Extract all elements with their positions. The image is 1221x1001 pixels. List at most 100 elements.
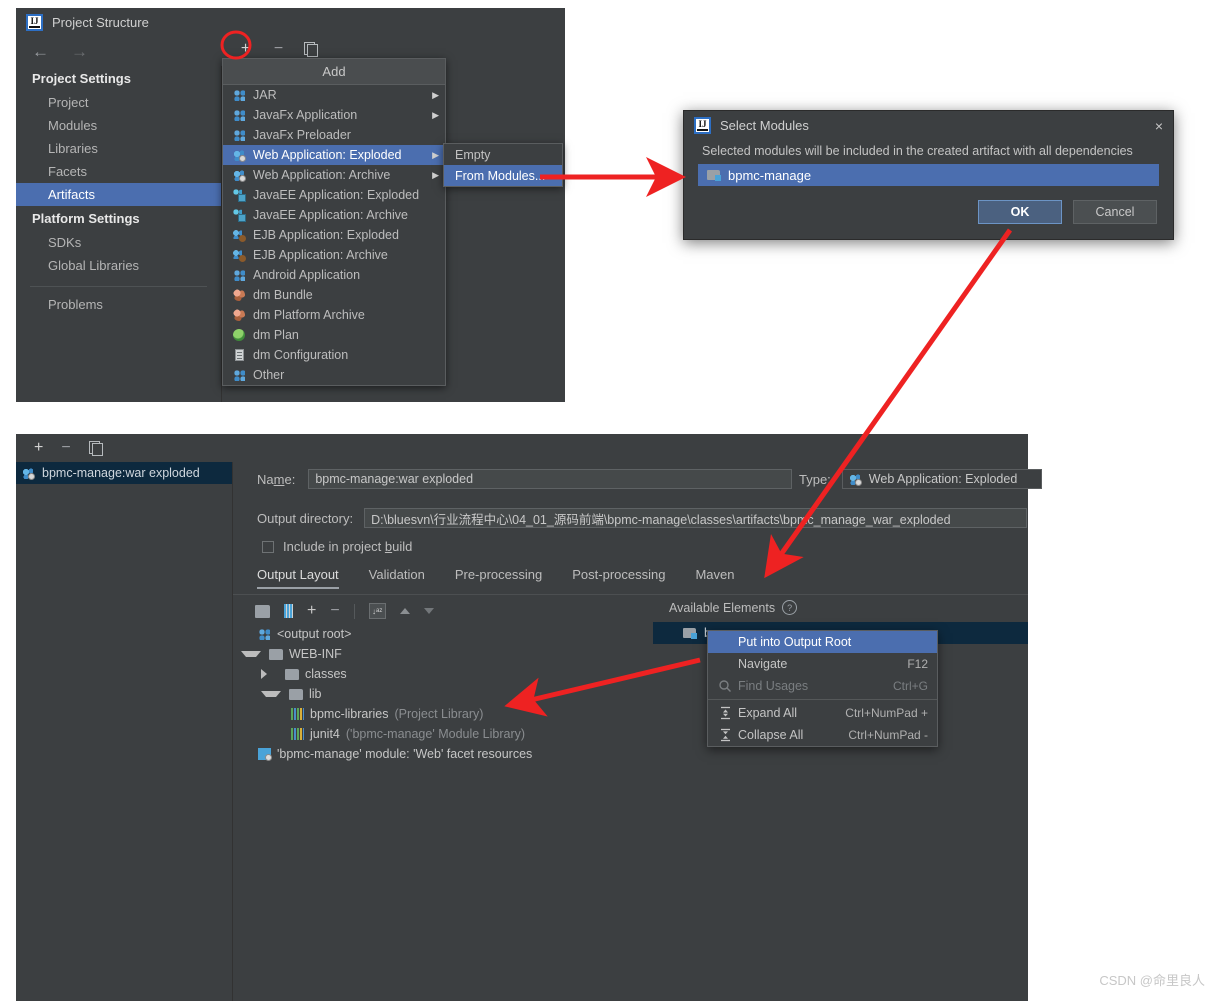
- menu-item-javaee-application-archive[interactable]: JavaEE Application: Archive: [223, 205, 445, 225]
- submenu-item-from-modules[interactable]: From Modules...: [444, 165, 562, 186]
- tabs-underline: [233, 594, 1028, 595]
- remove-element-icon[interactable]: −: [330, 603, 339, 619]
- sidebar-item-problems[interactable]: Problems: [16, 293, 221, 316]
- menu-item-javaee-application-exploded[interactable]: JavaEE Application: Exploded: [223, 185, 445, 205]
- menu-item-label: dm Configuration: [253, 348, 349, 362]
- add-menu-title: Add: [223, 59, 445, 85]
- context-menu-item-label: Expand All: [738, 706, 798, 720]
- javafx-application-icon: [233, 109, 246, 122]
- tree-twisty-none: [241, 629, 252, 640]
- other-icon: [233, 369, 246, 382]
- project-structure-title: Project Structure: [52, 14, 149, 30]
- sidebar-item-sdks[interactable]: SDKs: [16, 231, 221, 254]
- menu-item-other[interactable]: Other: [223, 365, 445, 385]
- name-input[interactable]: bpmc-manage:war exploded: [308, 469, 793, 489]
- menu-item-label: JAR: [253, 88, 277, 102]
- remove-artifact-button[interactable]: −: [271, 41, 286, 57]
- menu-item-label: Web Application: Archive: [253, 168, 391, 182]
- tree-node-output-root[interactable]: <output root>: [241, 624, 641, 644]
- menu-item-javafx-preloader[interactable]: JavaFx Preloader: [223, 125, 445, 145]
- web-application-icon: [233, 149, 246, 162]
- type-label: Type:: [799, 471, 831, 487]
- select-modules-title: Select Modules: [720, 118, 809, 133]
- menu-item-label: Other: [253, 368, 285, 382]
- tree-twisty-open-icon[interactable]: [261, 691, 281, 697]
- dm-bundle-icon: [233, 288, 246, 302]
- move-down-icon[interactable]: [423, 608, 434, 614]
- tab-maven[interactable]: Maven: [695, 567, 734, 589]
- context-menu-item-shortcut: Ctrl+NumPad -: [848, 728, 928, 742]
- sidebar-item-facets[interactable]: Facets: [16, 160, 221, 183]
- menu-item-dm-configuration[interactable]: dm Configuration: [223, 345, 445, 365]
- add-archive-icon[interactable]: [284, 604, 293, 618]
- cancel-button[interactable]: Cancel: [1073, 200, 1157, 224]
- ejb-application-icon: [233, 249, 246, 262]
- tree-twisty-open-icon[interactable]: [241, 651, 261, 657]
- back-arrow-icon[interactable]: ←: [32, 43, 49, 60]
- sidebar-item-modules[interactable]: Modules: [16, 114, 221, 137]
- tab-post-processing[interactable]: Post-processing: [572, 567, 665, 589]
- tree-node-suffix: ('bpmc-manage' Module Library): [345, 727, 526, 741]
- copy-artifact-button[interactable]: [304, 42, 318, 57]
- menu-item-dm-bundle[interactable]: dm Bundle: [223, 285, 445, 305]
- library-icon: [291, 708, 304, 720]
- context-menu-item-navigate[interactable]: Navigate F12: [708, 653, 937, 675]
- tab-validation[interactable]: Validation: [369, 567, 425, 589]
- dm-platform-archive-icon: [233, 308, 246, 322]
- sidebar-item-global-libraries[interactable]: Global Libraries: [16, 254, 221, 277]
- include-in-project-build-checkbox[interactable]: [262, 540, 274, 553]
- add-artifact-button[interactable]: +: [34, 440, 43, 456]
- facet-icon: [258, 748, 272, 761]
- submenu-item-empty[interactable]: Empty: [444, 144, 562, 165]
- select-modules-titlebar: IJ Select Modules ×: [684, 111, 1173, 140]
- web-application-icon: [848, 473, 862, 486]
- sidebar-item-artifacts[interactable]: Artifacts: [16, 183, 221, 206]
- menu-item-jar[interactable]: JAR ▶: [223, 85, 445, 105]
- dm-configuration-icon: [233, 348, 246, 362]
- menu-item-ejb-application-archive[interactable]: EJB Application: Archive: [223, 245, 445, 265]
- sidebar-item-project[interactable]: Project: [16, 91, 221, 114]
- context-menu-item-collapse-all[interactable]: Collapse All Ctrl+NumPad -: [708, 724, 937, 746]
- menu-item-javafx-application[interactable]: JavaFx Application ▶: [223, 105, 445, 125]
- move-up-icon[interactable]: [399, 608, 410, 614]
- select-modules-list-item[interactable]: bpmc-manage: [698, 164, 1159, 186]
- tree-node-bpmc-libraries[interactable]: bpmc-libraries (Project Library): [241, 704, 641, 724]
- tree-twisty-closed-icon[interactable]: [261, 669, 273, 679]
- copy-artifact-button[interactable]: [88, 441, 103, 456]
- tree-node-web-facet-resources[interactable]: 'bpmc-manage' module: 'Web' facet resour…: [241, 744, 641, 764]
- forward-arrow-icon[interactable]: →: [71, 43, 88, 60]
- artifact-list-item-label: bpmc-manage:war exploded: [42, 466, 200, 480]
- menu-item-dm-plan[interactable]: dm Plan: [223, 325, 445, 345]
- tab-pre-processing[interactable]: Pre-processing: [455, 567, 542, 589]
- sidebar-item-libraries[interactable]: Libraries: [16, 137, 221, 160]
- output-directory-input[interactable]: D:\bluesvn\行业流程中心\04_01_源码前端\bpmc-manage…: [364, 508, 1028, 528]
- output-layout-toolbar: + − ↓ a z: [245, 599, 434, 623]
- tree-node-classes[interactable]: classes: [241, 664, 641, 684]
- context-menu-item-label: Find Usages: [738, 679, 809, 693]
- menu-item-label: JavaEE Application: Exploded: [253, 188, 420, 202]
- context-menu-item-expand-all[interactable]: Expand All Ctrl+NumPad +: [708, 702, 937, 724]
- add-artifact-button[interactable]: +: [238, 41, 253, 57]
- menu-item-ejb-application-exploded[interactable]: EJB Application: Exploded: [223, 225, 445, 245]
- tree-node-junit4[interactable]: junit4 ('bpmc-manage' Module Library): [241, 724, 641, 744]
- help-icon[interactable]: ?: [782, 600, 798, 615]
- tree-node-label: WEB-INF: [289, 647, 342, 661]
- tree-node-web-inf[interactable]: WEB-INF: [241, 644, 641, 664]
- ok-button[interactable]: OK: [978, 200, 1062, 224]
- tab-output-layout[interactable]: Output Layout: [257, 567, 339, 589]
- remove-artifact-button[interactable]: −: [61, 440, 70, 456]
- close-icon[interactable]: ×: [1155, 119, 1163, 133]
- add-element-icon[interactable]: +: [307, 603, 316, 619]
- artifact-list-item[interactable]: bpmc-manage:war exploded: [16, 462, 232, 484]
- menu-item-dm-platform-archive[interactable]: dm Platform Archive: [223, 305, 445, 325]
- web-application-icon: [22, 467, 35, 480]
- menu-item-label: JavaFx Application: [253, 108, 358, 122]
- menu-item-web-application-exploded[interactable]: Web Application: Exploded ▶: [223, 145, 445, 165]
- menu-item-android-application[interactable]: Android Application: [223, 265, 445, 285]
- menu-item-web-application-archive[interactable]: Web Application: Archive ▶: [223, 165, 445, 185]
- tree-node-lib[interactable]: lib: [241, 684, 641, 704]
- context-menu-item-put-into-output-root[interactable]: Put into Output Root: [708, 631, 937, 653]
- add-directory-icon[interactable]: [255, 604, 270, 618]
- toolbar-divider: [353, 603, 355, 619]
- sort-icon[interactable]: ↓az: [368, 603, 386, 619]
